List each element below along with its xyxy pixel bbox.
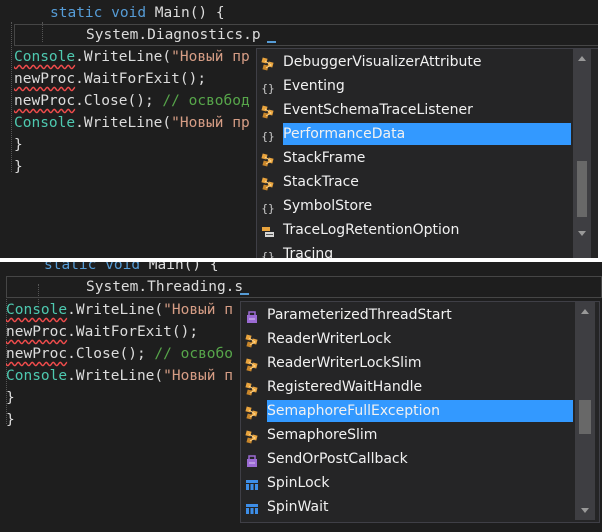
closing-brace: } [14,159,23,175]
completion-item-label: EventSchemaTraceListener [283,102,473,118]
code-line-input[interactable]: System.Threading.s [86,276,243,298]
class-icon [245,380,259,396]
completion-item-label: SpinWait [267,499,329,515]
completion-item-label: SpinLock [267,475,330,491]
class-icon [245,404,259,420]
scroll-down-arrow[interactable] [578,231,586,236]
delegate-icon [245,308,259,323]
class-icon [261,55,275,71]
code-line: Console.WriteLine("Новый п [6,368,233,384]
closing-brace: } [6,390,15,406]
scroll-up-arrow[interactable] [581,309,589,314]
class-icon [261,103,275,119]
code-line: newProc.Close(); // освобо [6,346,233,362]
indent-guide [11,22,12,172]
text-cursor [267,41,276,43]
completion-item-label: TraceLogRetentionOption [283,222,460,238]
editor-panel-diagnostics[interactable]: static void Main() { System.Diagnostics.… [0,0,600,260]
class-icon [245,428,259,444]
completion-item-label: SendOrPostCallback [267,451,408,467]
completion-item-label: SemaphoreSlim [267,427,378,443]
struct-icon [245,476,259,490]
code-line: Console.WriteLine("Новый пр [14,115,250,131]
completion-item-label: SymbolStore [283,198,373,214]
namespace-icon: {} [261,127,275,143]
scroll-down-arrow[interactable] [581,508,589,513]
completion-item-label: ParameterizedThreadStart [267,307,452,323]
svg-text:{}: {} [261,202,274,215]
completion-item-label: Tracing [283,246,334,260]
code-line: newProc.Close(); // освобод [14,93,250,109]
completion-item-label: SemaphoreFullException [267,403,440,419]
code-line-main: static void Main() { [44,262,219,273]
code-line-main: static void Main() { [50,5,225,21]
completion-item-label: StackFrame [283,150,366,166]
code-line-input[interactable]: System.Diagnostics.p [86,24,261,46]
delegate-icon [245,452,259,467]
completion-item-label: ReaderWriterLock [267,331,392,347]
svg-text:{}: {} [261,250,274,260]
text-cursor [240,293,249,295]
completion-list[interactable]: ParameterizedThreadStart ReaderWriterLock… [240,301,600,523]
enum-icon [261,223,275,237]
class-icon [261,175,275,191]
completion-item-label: ReaderWriterLockSlim [267,355,422,371]
class-icon [261,151,275,167]
namespace-icon: {} [261,247,275,260]
struct-icon [245,500,259,514]
class-icon [245,332,259,348]
class-icon [245,356,259,372]
scroll-up-arrow[interactable] [578,56,586,61]
code-line: Console.WriteLine("Новый п [6,302,233,318]
svg-text:{}: {} [261,130,274,143]
scrollbar[interactable] [575,302,595,520]
completion-item-label: DebuggerVisualizerAttribute [283,54,482,70]
code-line: newProc.WaitForExit(); [14,71,207,87]
namespace-icon: {} [261,79,275,95]
completion-list[interactable]: DebuggerVisualizerAttribute {} Eventing Eve… [256,48,598,260]
scrollbar[interactable] [573,49,591,258]
scroll-thumb[interactable] [579,400,591,434]
closing-brace: } [14,137,23,153]
code-line: Console.WriteLine("Новый пр [14,49,250,65]
closing-brace: } [6,412,15,428]
editor-panel-threading[interactable]: static void Main() { System.Threading.s … [0,262,602,532]
completion-item-label: Eventing [283,78,345,94]
completion-item-label: StackTrace [283,174,359,190]
svg-text:{}: {} [261,82,274,95]
completion-item-label: RegisteredWaitHandle [267,379,423,395]
completion-item-label: PerformanceData [283,126,406,142]
namespace-icon: {} [261,199,275,215]
scroll-thumb[interactable] [577,161,587,217]
code-line: newProc.WaitForExit(); [6,324,199,340]
